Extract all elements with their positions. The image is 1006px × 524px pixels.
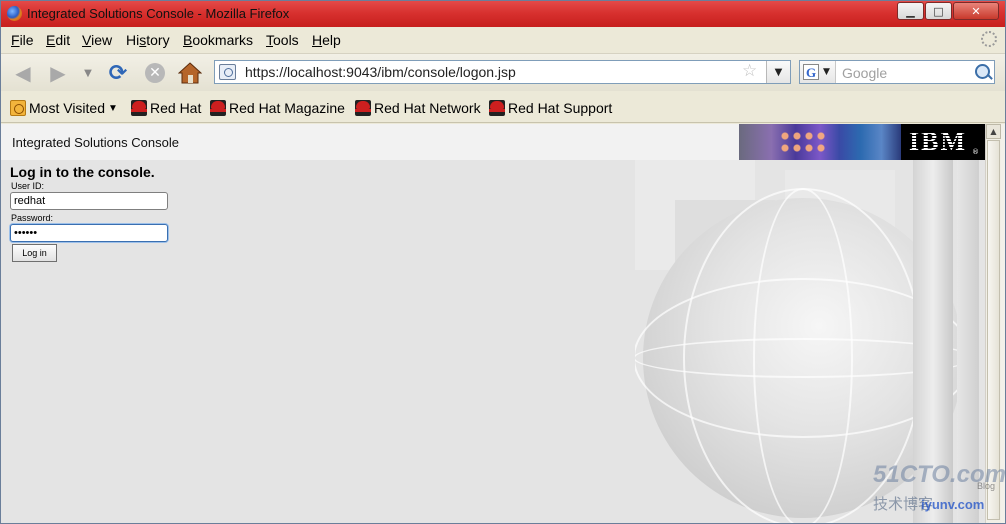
history-dropdown-button[interactable]: ▼ (81, 61, 95, 85)
bookmark-red-hat-support[interactable]: Red Hat Support (489, 100, 612, 116)
menu-bar: File Edit View History Bookmarks Tools H… (1, 28, 1005, 52)
google-icon: G (803, 64, 819, 80)
stop-icon: ✕ (145, 63, 165, 83)
bookmark-red-hat[interactable]: Red Hat (131, 100, 201, 116)
right-arrow-icon: ▶ (50, 61, 66, 85)
bookmark-red-hat-network[interactable]: Red Hat Network (355, 100, 481, 116)
menu-bookmarks[interactable]: Bookmarks (183, 32, 253, 48)
redhat-icon (210, 100, 226, 116)
url-history-dropdown[interactable]: ▼ (766, 61, 790, 83)
console-title: Integrated Solutions Console (12, 135, 179, 150)
search-bar[interactable]: G ▼ Google (799, 60, 995, 84)
home-icon (178, 62, 202, 84)
menu-history[interactable]: History (126, 32, 170, 48)
site-identity-icon[interactable] (219, 64, 236, 80)
console-banner: Integrated Solutions Console IBM ® (1, 124, 985, 160)
user-id-label: User ID: (11, 181, 45, 191)
url-text[interactable]: https://localhost:9043/ibm/console/logon… (245, 64, 516, 80)
redhat-icon (355, 100, 371, 116)
firefox-icon (7, 6, 22, 21)
left-arrow-icon: ◀ (15, 61, 31, 85)
password-label: Password: (11, 213, 54, 223)
chevron-down-icon: ▼ (823, 67, 830, 77)
maximize-button[interactable]: □ (925, 2, 952, 20)
address-bar[interactable]: https://localhost:9043/ibm/console/logon… (214, 60, 791, 84)
minimize-button[interactable]: ▁ (897, 2, 924, 20)
login-heading: Log in to the console. (10, 164, 155, 180)
search-icon[interactable] (975, 64, 990, 79)
search-input[interactable]: Google (842, 65, 887, 81)
bookmark-star-icon[interactable]: ☆ (742, 61, 757, 81)
bookmark-red-hat-magazine[interactable]: Red Hat Magazine (210, 100, 345, 116)
chevron-down-icon: ▼ (774, 66, 783, 78)
stop-button[interactable]: ✕ (142, 61, 168, 85)
login-button[interactable]: Log in (12, 244, 57, 262)
reload-icon: ⟳ (108, 60, 128, 86)
bookmarks-toolbar: Most Visited ▼ Red Hat Red Hat Magazine … (1, 92, 1005, 123)
browser-window: Integrated Solutions Console - Mozilla F… (0, 0, 1006, 524)
menu-edit[interactable]: Edit (46, 32, 70, 48)
watermark: 51CTO.com 技术博客 iyunv.com Blog (873, 461, 1006, 513)
throbber-icon (981, 31, 997, 47)
menu-view[interactable]: View (82, 32, 112, 48)
search-engine-button[interactable]: G ▼ (800, 61, 836, 83)
close-button[interactable]: ✕ (953, 2, 999, 20)
back-button[interactable]: ◀ (10, 61, 36, 85)
redhat-icon (489, 100, 505, 116)
folder-icon (10, 100, 26, 116)
page-content: Integrated Solutions Console IBM ® Log i… (1, 124, 985, 523)
chevron-down-icon: ▼ (108, 102, 118, 114)
bookmark-most-visited[interactable]: Most Visited ▼ (10, 100, 118, 116)
home-button[interactable] (177, 61, 203, 85)
menu-file[interactable]: File (11, 32, 34, 48)
menu-help[interactable]: Help (312, 32, 341, 48)
forward-button[interactable]: ▶ (45, 61, 71, 85)
reload-button[interactable]: ⟳ (105, 60, 131, 86)
chevron-down-icon: ▼ (84, 67, 92, 79)
window-title: Integrated Solutions Console - Mozilla F… (27, 6, 290, 21)
user-id-field[interactable]: redhat (10, 192, 168, 210)
scroll-up-button[interactable]: ▲ (986, 124, 1001, 139)
password-field[interactable]: •••••• (10, 224, 168, 242)
title-bar: Integrated Solutions Console - Mozilla F… (1, 1, 1005, 27)
menu-tools[interactable]: Tools (266, 32, 299, 48)
redhat-icon (131, 100, 147, 116)
banner-artwork (739, 124, 901, 160)
ibm-logo: IBM ® (901, 124, 985, 160)
